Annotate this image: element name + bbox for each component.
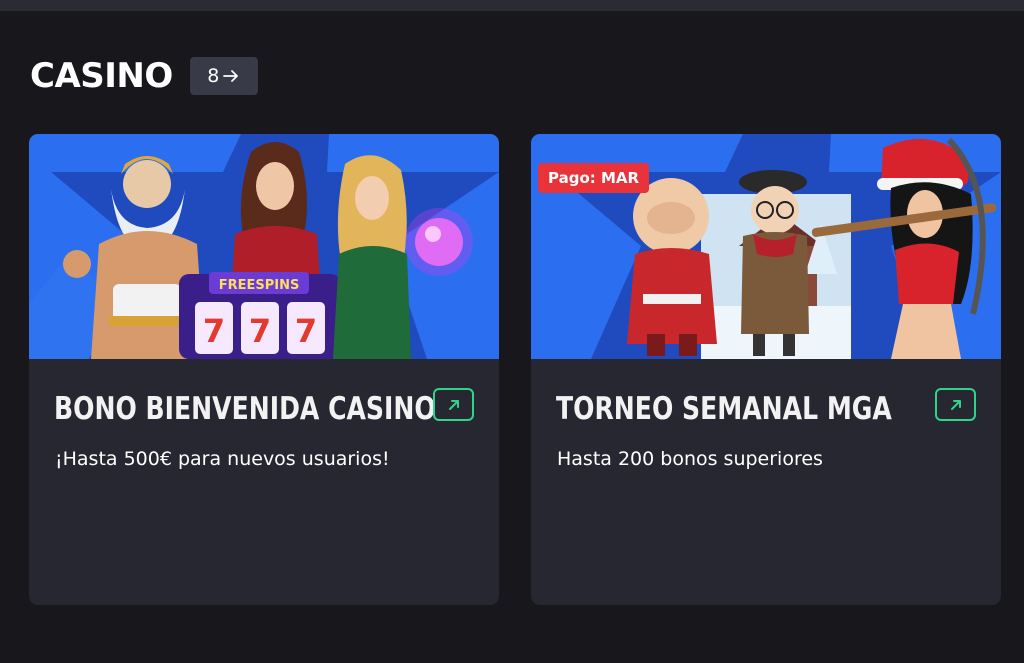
promo-card-casino-welcome[interactable]: FREESPINS 7 7 7 BONO BIENVENIDA CASINO ¡… <box>29 134 499 605</box>
card-title: TORNEO SEMANAL MGA <box>556 391 892 427</box>
section-title: CASINO <box>30 56 173 96</box>
freespins-label: FREESPINS <box>219 278 300 293</box>
top-bar <box>0 0 1024 11</box>
payout-tag: Pago: MAR <box>538 163 650 193</box>
external-link-icon <box>947 396 965 414</box>
promo-card-weekly-tournament[interactable]: Pago: MAR TORNEO SEMANAL MGA Hasta 200 b… <box>531 134 1001 605</box>
reel-symbol: 7 <box>249 312 271 350</box>
external-link-icon <box>445 396 463 414</box>
reel-symbol: 7 <box>295 312 317 350</box>
external-link-button[interactable] <box>433 388 474 421</box>
reel-symbol: 7 <box>203 312 225 350</box>
promo-banner-image: FREESPINS 7 7 7 <box>29 134 499 359</box>
section-count: 8 <box>207 65 220 87</box>
card-description: ¡Hasta 500€ para nuevos usuarios! <box>55 448 390 470</box>
section-header: CASINO 8 <box>30 56 258 96</box>
external-link-button[interactable] <box>935 388 976 421</box>
card-description: Hasta 200 bonos superiores <box>557 448 823 470</box>
see-all-button[interactable]: 8 <box>189 57 258 95</box>
card-title: BONO BIENVENIDA CASINO <box>54 391 436 427</box>
arrow-right-icon <box>222 68 240 84</box>
